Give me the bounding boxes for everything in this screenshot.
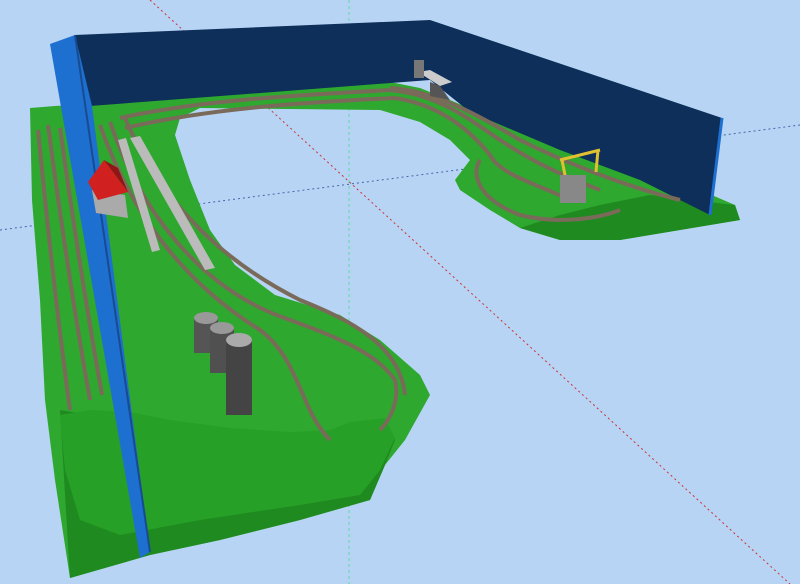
silo-3 xyxy=(226,340,252,415)
silo-1-top xyxy=(194,312,218,324)
3d-viewport[interactable] xyxy=(0,0,800,584)
silo-2-top xyxy=(210,322,234,334)
scene-canvas[interactable] xyxy=(0,0,800,584)
silo-3-top xyxy=(226,333,252,347)
crane-base-building xyxy=(560,175,586,203)
crane-leg-right xyxy=(594,149,600,173)
warehouse-tower xyxy=(414,60,424,78)
